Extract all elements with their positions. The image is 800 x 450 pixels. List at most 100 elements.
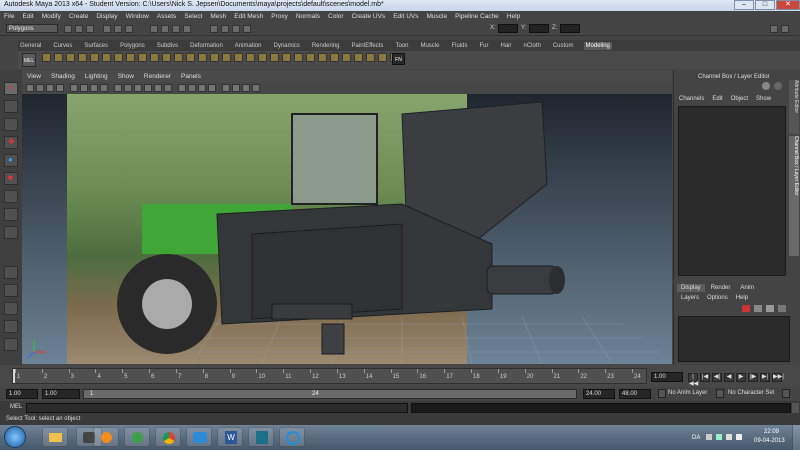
menu-assets[interactable]: Assets [157, 13, 177, 20]
tab-hair[interactable]: Hair [498, 42, 513, 50]
viewport-menu-show[interactable]: Show [118, 73, 134, 80]
menu-select[interactable]: Select [184, 13, 202, 20]
taskbar-chrome-icon[interactable] [155, 427, 181, 447]
fill-hole-icon[interactable] [366, 53, 375, 62]
channel-box-menu-show[interactable]: Show [756, 96, 771, 102]
poly-cube-icon[interactable] [42, 53, 51, 62]
x-ray-joints-icon[interactable] [242, 84, 250, 92]
playback-end-field[interactable]: 24.00 [583, 389, 615, 399]
show-manipulator-icon[interactable] [4, 226, 18, 239]
use-all-lights-icon[interactable] [154, 84, 162, 92]
persp-outliner-layout-icon[interactable] [4, 302, 18, 315]
tab-modeling[interactable]: Modeling [583, 41, 612, 50]
2d-pan-zoom-icon[interactable] [56, 84, 64, 92]
open-scene-icon[interactable] [75, 25, 83, 33]
script-editor-icon[interactable] [792, 403, 799, 413]
channel-box-menu-channels[interactable]: Channels [679, 96, 704, 102]
character-set-icon[interactable] [716, 389, 724, 398]
mel-label[interactable]: MEL [10, 404, 22, 410]
shadows-icon[interactable] [164, 84, 172, 92]
tray-volume-icon[interactable] [736, 434, 742, 440]
channel-box-side-tab[interactable]: Channel Box / Layer Editor [789, 136, 799, 256]
tab-painteffects[interactable]: PaintEffects [350, 42, 386, 50]
select-component-icon[interactable] [125, 25, 133, 33]
layer-tab-render[interactable]: Render [707, 284, 735, 292]
poly-sphere-icon[interactable] [54, 53, 63, 62]
tool-settings-toggle-icon[interactable] [781, 25, 789, 33]
anti-aliasing-icon[interactable] [198, 84, 206, 92]
single-perspective-layout-icon[interactable] [4, 266, 18, 279]
triangulate-icon[interactable] [378, 53, 387, 62]
tray-arrow-icon[interactable] [706, 434, 712, 440]
layer-menu-options[interactable]: Options [707, 295, 728, 301]
layer-options-icon[interactable] [778, 305, 786, 312]
close-button[interactable]: ✕ [776, 0, 800, 10]
fn-shelf-button[interactable]: FN [392, 53, 405, 65]
viewport-menu-lighting[interactable]: Lighting [85, 73, 108, 80]
save-scene-icon[interactable] [86, 25, 94, 33]
poly-plane-icon[interactable] [78, 53, 87, 62]
character-set-label[interactable]: No Character Set [728, 390, 774, 396]
uv-editor-icon[interactable] [306, 53, 315, 62]
soften-edge-icon[interactable] [258, 53, 267, 62]
merge-icon[interactable] [162, 53, 171, 62]
menu-file[interactable]: File [4, 13, 14, 20]
select-object-icon[interactable] [114, 25, 122, 33]
soft-modification-icon[interactable] [4, 208, 18, 221]
poly-cylinder-icon[interactable] [66, 53, 75, 62]
menu-edit-uvs[interactable]: Edit UVs [393, 13, 418, 20]
clock-date[interactable]: 09-04-2013 [754, 438, 785, 444]
taskbar-explorer-icon[interactable] [42, 427, 68, 447]
anim-layer-label[interactable]: No Anim Layer [668, 390, 707, 396]
new-layer-icon[interactable] [754, 305, 762, 312]
safe-action-icon[interactable] [100, 84, 108, 92]
tab-surfaces[interactable]: Surfaces [82, 42, 110, 50]
taskbar-media-player-icon[interactable] [93, 427, 119, 447]
step-back-frame-button[interactable]: ◀| [712, 373, 722, 382]
menu-display[interactable]: Display [96, 13, 117, 20]
hypershade-layout-icon[interactable] [4, 338, 18, 351]
select-tool-icon[interactable]: ↖ [4, 82, 18, 95]
new-scene-icon[interactable] [64, 25, 72, 33]
resolution-gate-icon[interactable] [90, 84, 98, 92]
delete-layer-icon[interactable] [742, 305, 750, 312]
time-slider-track[interactable]: 1 2 3 4 5 6 7 8 9 10 11 12 13 14 15 16 17 18 19 20 21 22 23 24 [12, 368, 647, 384]
attribute-editor-side-tab[interactable]: Attribute Editor [789, 80, 799, 134]
lasso-tool-icon[interactable] [4, 100, 18, 113]
tab-subdivs[interactable]: Subdivs [155, 42, 180, 50]
start-orb-icon[interactable] [4, 426, 26, 448]
wireframe-on-shaded-icon[interactable] [134, 84, 142, 92]
freeze-transform-icon[interactable] [246, 53, 255, 62]
tray-network-icon[interactable] [726, 434, 732, 440]
menu-edit[interactable]: Edit [22, 13, 33, 20]
ipr-render-icon[interactable] [232, 25, 240, 33]
x-ray-components-icon[interactable] [252, 84, 260, 92]
snap-curve-icon[interactable] [161, 25, 169, 33]
extrude-icon[interactable] [90, 53, 99, 62]
taskbar-connection-icon[interactable] [186, 427, 212, 447]
camera-bookmark-icon[interactable] [36, 84, 44, 92]
menu-create[interactable]: Create [69, 13, 89, 20]
rotate-tool-icon[interactable]: ● [4, 154, 18, 167]
menu-normals[interactable]: Normals [296, 13, 320, 20]
channel-list-area[interactable] [678, 106, 786, 276]
camera-attributes-icon[interactable] [26, 84, 34, 92]
depth-of-field-icon[interactable] [208, 84, 216, 92]
textured-icon[interactable] [144, 84, 152, 92]
separate-icon[interactable] [186, 53, 195, 62]
start-time-field[interactable]: 1.00 [6, 389, 38, 399]
perspective-viewport[interactable] [22, 94, 672, 364]
playback-start-field[interactable]: 1.00 [42, 389, 80, 399]
end-time-field[interactable]: 48.00 [619, 389, 651, 399]
tab-general[interactable]: General [18, 42, 43, 50]
taskbar-word-icon[interactable]: W [217, 427, 243, 447]
go-to-end-button[interactable]: ▶▶| [772, 373, 784, 382]
film-gate-icon[interactable] [80, 84, 88, 92]
viewport-menu-view[interactable]: View [27, 73, 41, 80]
x-field[interactable] [498, 24, 518, 33]
tab-custom[interactable]: Custom [551, 42, 576, 50]
delete-history-icon[interactable] [222, 53, 231, 62]
center-pivot-icon[interactable] [234, 53, 243, 62]
planar-map-icon[interactable] [282, 53, 291, 62]
snap-point-icon[interactable] [172, 25, 180, 33]
